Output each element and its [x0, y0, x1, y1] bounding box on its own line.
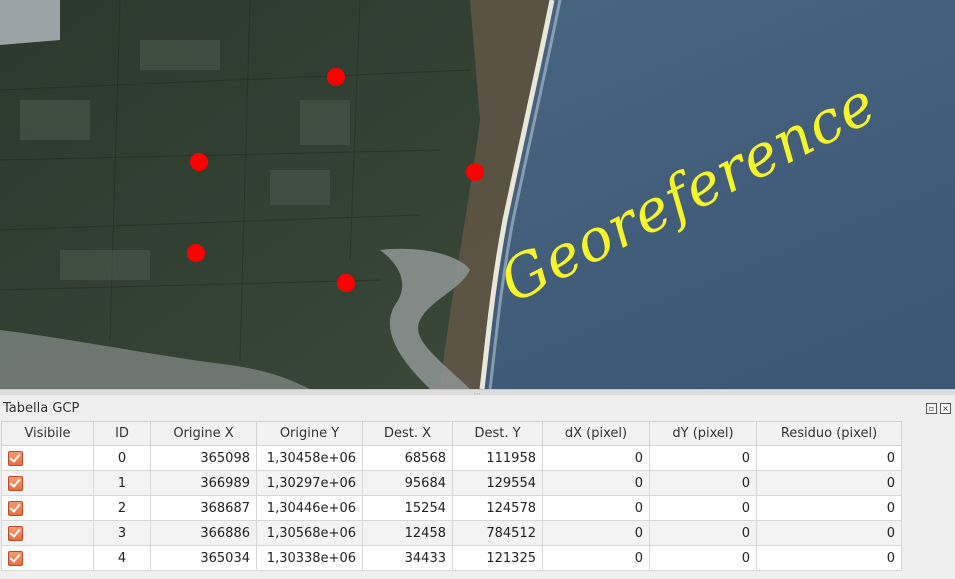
dx-cell: 0 [542, 520, 650, 546]
residual-cell: 0 [756, 520, 902, 546]
dy-cell: 0 [649, 495, 757, 521]
id-cell: 1 [93, 470, 151, 496]
col-header-origin-x[interactable]: Origine X [150, 421, 257, 446]
visible-checkbox[interactable] [8, 525, 23, 541]
dest-y-cell[interactable]: 784512 [452, 520, 543, 546]
satellite-image [0, 0, 955, 389]
table-row[interactable]: 1 366989 1,30297e+06 95684 129554 0 0 0 [1, 470, 902, 496]
col-header-dx[interactable]: dX (pixel) [542, 421, 650, 446]
visible-cell[interactable] [1, 495, 94, 521]
origin-y-cell[interactable]: 1,30338e+06 [256, 545, 363, 571]
dest-y-cell[interactable]: 124578 [452, 495, 543, 521]
col-header-residual[interactable]: Residuo (pixel) [756, 421, 902, 446]
dx-cell: 0 [542, 545, 650, 571]
visible-checkbox[interactable] [8, 475, 23, 491]
origin-x-cell[interactable]: 365034 [150, 545, 257, 571]
close-panel-icon[interactable]: × [940, 403, 951, 414]
dy-cell: 0 [649, 545, 757, 571]
id-cell: 2 [93, 495, 151, 521]
col-header-dy[interactable]: dY (pixel) [649, 421, 757, 446]
dx-cell: 0 [542, 495, 650, 521]
col-header-visible[interactable]: Visibile [1, 421, 94, 446]
col-header-dest-x[interactable]: Dest. X [362, 421, 453, 446]
dest-x-cell[interactable]: 34433 [362, 545, 453, 571]
visible-cell[interactable] [1, 470, 94, 496]
gcp-marker-2[interactable] [466, 163, 484, 181]
dest-x-cell[interactable]: 95684 [362, 470, 453, 496]
table-row[interactable]: 3 366886 1,30568e+06 12458 784512 0 0 0 [1, 520, 902, 546]
panel-title: Tabella GCP [3, 401, 80, 416]
visible-cell[interactable] [1, 520, 94, 546]
dx-cell: 0 [542, 445, 650, 471]
residual-cell: 0 [756, 445, 902, 471]
origin-y-cell[interactable]: 1,30458e+06 [256, 445, 363, 471]
dest-y-cell[interactable]: 121325 [452, 545, 543, 571]
table-row[interactable]: 4 365034 1,30338e+06 34433 121325 0 0 0 [1, 545, 902, 571]
origin-x-cell[interactable]: 366886 [150, 520, 257, 546]
map-canvas[interactable]: Georeference [0, 0, 955, 389]
gcp-table-panel: Tabella GCP ▫ × Visibile ID Origine X Or… [0, 395, 955, 579]
dest-x-cell[interactable]: 68568 [362, 445, 453, 471]
visible-cell[interactable] [1, 445, 94, 471]
dy-cell: 0 [649, 445, 757, 471]
visible-checkbox[interactable] [8, 450, 23, 466]
id-cell: 0 [93, 445, 151, 471]
dy-cell: 0 [649, 520, 757, 546]
gcp-marker-4[interactable] [337, 274, 355, 292]
origin-y-cell[interactable]: 1,30297e+06 [256, 470, 363, 496]
origin-x-cell[interactable]: 365098 [150, 445, 257, 471]
id-cell: 4 [93, 545, 151, 571]
visible-checkbox[interactable] [8, 500, 23, 516]
origin-x-cell[interactable]: 368687 [150, 495, 257, 521]
residual-cell: 0 [756, 495, 902, 521]
float-panel-icon[interactable]: ▫ [926, 403, 937, 414]
residual-cell: 0 [756, 545, 902, 571]
origin-y-cell[interactable]: 1,30568e+06 [256, 520, 363, 546]
origin-x-cell[interactable]: 366989 [150, 470, 257, 496]
table-row[interactable]: 0 365098 1,30458e+06 68568 111958 0 0 0 [1, 445, 902, 471]
col-header-id[interactable]: ID [93, 421, 151, 446]
residual-cell: 0 [756, 470, 902, 496]
gcp-table: Visibile ID Origine X Origine Y Dest. X … [1, 421, 902, 571]
gcp-marker-1[interactable] [190, 153, 208, 171]
col-header-dest-y[interactable]: Dest. Y [452, 421, 543, 446]
dest-x-cell[interactable]: 15254 [362, 495, 453, 521]
origin-y-cell[interactable]: 1,30446e+06 [256, 495, 363, 521]
gcp-marker-3[interactable] [187, 244, 205, 262]
table-row[interactable]: 2 368687 1,30446e+06 15254 124578 0 0 0 [1, 495, 902, 521]
visible-checkbox[interactable] [8, 550, 23, 566]
id-cell: 3 [93, 520, 151, 546]
dest-y-cell[interactable]: 111958 [452, 445, 543, 471]
dest-x-cell[interactable]: 12458 [362, 520, 453, 546]
dest-y-cell[interactable]: 129554 [452, 470, 543, 496]
dy-cell: 0 [649, 470, 757, 496]
visible-cell[interactable] [1, 545, 94, 571]
col-header-origin-y[interactable]: Origine Y [256, 421, 363, 446]
gcp-marker-0[interactable] [327, 68, 345, 86]
dx-cell: 0 [542, 470, 650, 496]
